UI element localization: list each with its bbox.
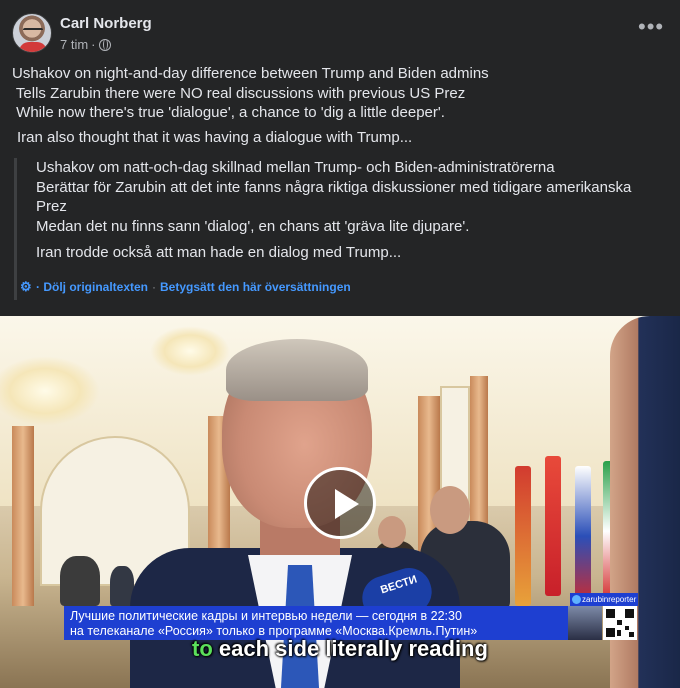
- author-avatar[interactable]: [12, 13, 52, 53]
- post-text-line: Ushakov on night-and-day difference betw…: [12, 65, 489, 82]
- post-body: Ushakov on night-and-day difference betw…: [12, 64, 662, 123]
- banner-line: Лучшие политические кадры и интервью нед…: [70, 609, 462, 623]
- channel-tag: zarubinreporter: [570, 593, 638, 606]
- meta-separator: ·: [91, 37, 96, 52]
- post-text-line: While now there's true 'dialogue', a cha…: [12, 104, 445, 121]
- avatar-shirt: [19, 42, 47, 52]
- gear-icon: ⚙: [20, 279, 32, 294]
- rate-translation-link[interactable]: Betygsätt den här översättningen: [160, 280, 351, 294]
- flag: [515, 466, 531, 606]
- play-icon: [335, 489, 359, 519]
- avatar-glasses: [23, 28, 43, 33]
- subtitle-text: each side literally reading: [212, 636, 488, 661]
- tv-banner: Лучшие политические кадры и интервью нед…: [64, 606, 574, 640]
- flag: [545, 456, 561, 596]
- translation-line: Prez: [36, 198, 67, 215]
- hide-original-link[interactable]: · Dölj originaltexten: [36, 280, 148, 294]
- interviewee-hair: [226, 339, 368, 401]
- post-text-paragraph: Iran also thought that it was having a d…: [17, 129, 413, 146]
- post-time[interactable]: 7 tim: [60, 37, 88, 52]
- translation-line: Ushakov om natt-och-dag skillnad mellan …: [36, 159, 555, 176]
- flag: [575, 466, 591, 606]
- translation-block: Ushakov om natt-och-dag skillnad mellan …: [14, 158, 654, 300]
- video-player[interactable]: ВЕСТИ zarubinreporter Лучшие политически…: [0, 316, 680, 688]
- author-name[interactable]: Carl Norberg: [60, 15, 152, 32]
- channel-tag-text: zarubinreporter: [582, 595, 637, 604]
- facebook-post-card: Carl Norberg 7 tim · ••• Ushakov on nigh…: [0, 0, 680, 688]
- banner-thumbnail: [568, 606, 602, 640]
- actions-separator: ·: [152, 280, 157, 294]
- translation-actions: ⚙ · Dölj originaltexten · Betygsätt den …: [20, 280, 351, 294]
- post-meta: 7 tim ·: [60, 37, 111, 52]
- video-subtitle: to each side literally reading: [0, 636, 680, 662]
- translation-line: Berättar för Zarubin att det inte fanns …: [36, 178, 632, 196]
- globe-icon: [98, 38, 111, 51]
- subtitle-highlight: to: [192, 636, 213, 661]
- post-header: Carl Norberg 7 tim · •••: [0, 0, 680, 62]
- telegram-icon: [572, 595, 581, 604]
- post-text-line: Tells Zarubin there were NO real discuss…: [12, 84, 466, 102]
- play-button[interactable]: [304, 467, 376, 539]
- translation-line: Medan det nu finns sann 'dialog', en cha…: [36, 217, 470, 235]
- more-horizontal-icon[interactable]: •••: [638, 16, 663, 40]
- camera-operator: [60, 556, 100, 606]
- translation-paragraph: Iran trodde också att man hade en dialog…: [36, 244, 402, 261]
- column: [12, 426, 34, 606]
- qr-code-icon: [603, 606, 637, 640]
